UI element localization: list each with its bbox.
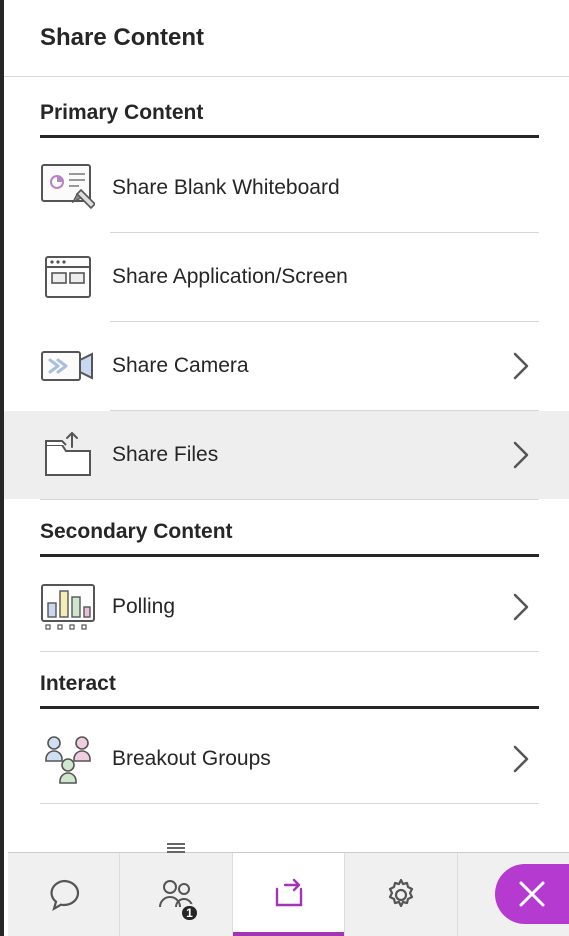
share-application-item[interactable]: Share Application/Screen bbox=[40, 233, 539, 321]
tab-share[interactable] bbox=[233, 853, 345, 936]
share-camera-label: Share Camera bbox=[112, 354, 511, 378]
tab-settings[interactable] bbox=[345, 853, 457, 936]
share-files-item[interactable]: Share Files bbox=[4, 411, 569, 499]
divider bbox=[40, 651, 539, 652]
section-interact-underline bbox=[40, 706, 539, 709]
page-title: Share Content bbox=[40, 24, 539, 52]
share-whiteboard-item[interactable]: Share Blank Whiteboard bbox=[40, 144, 539, 232]
share-whiteboard-label: Share Blank Whiteboard bbox=[112, 176, 539, 200]
camera-icon bbox=[40, 338, 96, 394]
close-icon bbox=[517, 879, 547, 909]
files-icon bbox=[40, 427, 96, 483]
chevron-right-icon bbox=[511, 352, 539, 380]
divider bbox=[40, 803, 539, 804]
section-secondary-title: Secondary Content bbox=[40, 520, 539, 544]
polling-label: Polling bbox=[112, 595, 511, 619]
section-primary-title: Primary Content bbox=[40, 101, 539, 125]
chevron-right-icon bbox=[511, 441, 539, 469]
section-interact-title: Interact bbox=[40, 672, 539, 696]
whiteboard-icon bbox=[40, 160, 96, 216]
polling-item[interactable]: Polling bbox=[40, 563, 539, 651]
chevron-right-icon bbox=[511, 593, 539, 621]
share-icon bbox=[271, 877, 307, 913]
tab-chat[interactable] bbox=[8, 853, 120, 936]
share-application-label: Share Application/Screen bbox=[112, 265, 539, 289]
breakout-groups-icon bbox=[40, 731, 96, 787]
tab-attendees[interactable]: 1 bbox=[120, 853, 232, 936]
breakout-groups-item[interactable]: Breakout Groups bbox=[40, 715, 539, 803]
section-primary-underline bbox=[40, 135, 539, 138]
drag-handle-icon bbox=[167, 843, 185, 853]
bottom-bar: 1 bbox=[8, 852, 569, 936]
gear-icon bbox=[383, 877, 419, 913]
attendees-badge: 1 bbox=[180, 904, 199, 922]
application-icon bbox=[40, 249, 96, 305]
divider bbox=[40, 499, 539, 500]
title-divider bbox=[4, 76, 569, 77]
chevron-right-icon bbox=[511, 745, 539, 773]
share-camera-item[interactable]: Share Camera bbox=[40, 322, 539, 410]
share-files-label: Share Files bbox=[112, 443, 511, 467]
breakout-groups-label: Breakout Groups bbox=[112, 747, 511, 771]
close-panel-button[interactable] bbox=[495, 864, 569, 924]
chat-icon bbox=[46, 877, 82, 913]
polling-icon bbox=[40, 579, 96, 635]
section-secondary-underline bbox=[40, 554, 539, 557]
